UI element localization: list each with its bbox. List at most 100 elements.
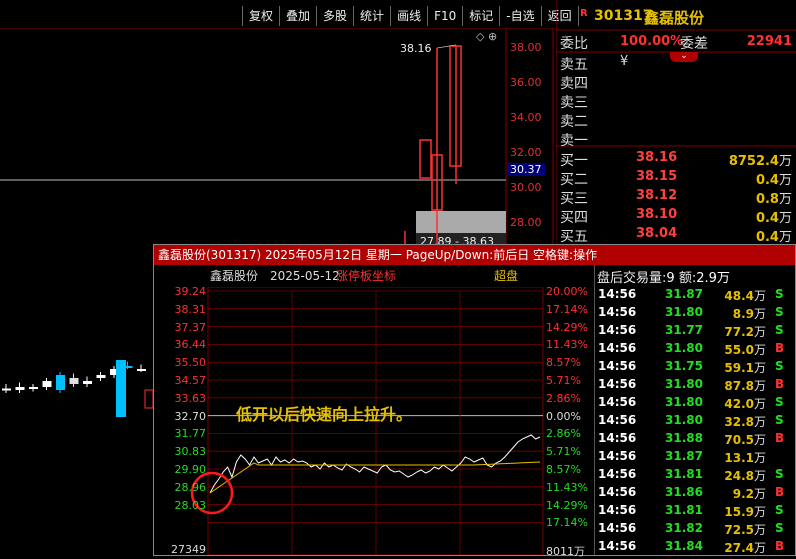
trade-unit: 万 xyxy=(753,325,766,339)
intraday-pct-tick: 8.57% xyxy=(546,463,581,476)
trade-price: 31.86 xyxy=(665,485,703,499)
trade-side: S xyxy=(775,323,784,337)
trade-time: 14:56 xyxy=(598,539,637,553)
toolbar-button-1[interactable]: 叠加 xyxy=(279,6,316,26)
trade-price: 31.81 xyxy=(665,467,703,481)
toolbar-button-3[interactable]: 统计 xyxy=(353,6,390,26)
sell-level-row[interactable]: 卖一 xyxy=(556,130,796,149)
buy-level-label: 买一 xyxy=(560,153,588,169)
trade-side: S xyxy=(775,287,784,301)
intraday-pct-tick: 5.71% xyxy=(546,374,581,387)
trade-price: 31.77 xyxy=(665,323,703,337)
price-tick: 38.00 xyxy=(510,41,542,54)
trade-side: S xyxy=(775,359,784,373)
intraday-price-tick: 39.24 xyxy=(174,285,207,298)
currency-mark: ¥ xyxy=(620,54,629,69)
trade-unit: 万 xyxy=(753,523,766,537)
trade-volume: 48.4 xyxy=(724,289,754,303)
sell-level-row[interactable]: 卖五 ¥ xyxy=(556,54,796,73)
sell-level-label: 卖二 xyxy=(560,114,588,130)
intraday-price-tick: 31.77 xyxy=(174,427,207,441)
trade-side: S xyxy=(775,413,784,427)
trade-row: 14:56 31.80 32.8万 S xyxy=(595,413,796,431)
trade-row: 14:56 31.80 87.8万 B xyxy=(595,377,796,395)
intraday-pct-tick: 8011万 xyxy=(546,545,585,558)
trade-row: 14:56 31.80 42.0万 S xyxy=(595,395,796,413)
intraday-price-tick: 35.50 xyxy=(174,356,207,370)
toolbar-button-2[interactable]: 多股 xyxy=(316,6,353,26)
trade-price: 31.80 xyxy=(665,377,703,391)
trade-time: 14:56 xyxy=(598,503,637,517)
r-mark: R xyxy=(580,8,588,19)
intraday-price-tick: 28.96 xyxy=(174,480,207,494)
kline-svg: ◇ ⊕ xyxy=(0,27,555,244)
trade-price: 31.80 xyxy=(665,413,703,427)
buy-level-volume: 0.4 xyxy=(755,173,779,188)
trade-price: 31.84 xyxy=(665,539,703,553)
trade-time: 14:56 xyxy=(598,413,637,427)
buy-level-row[interactable]: 买四 38.10 0.4万 xyxy=(556,207,796,226)
trade-row: 14:56 31.80 8.9万 S xyxy=(595,305,796,323)
toolbar-button-5[interactable]: F10 xyxy=(427,6,462,26)
buy-level-row[interactable]: 买一 38.16 8752.4万 xyxy=(556,150,796,169)
sell-level-row[interactable]: 卖四 xyxy=(556,73,796,92)
toolbar-button-6[interactable]: 标记 xyxy=(462,6,499,26)
volume-unit: 万 xyxy=(778,173,792,188)
buy-level-label: 买二 xyxy=(560,172,588,188)
trade-time: 14:56 xyxy=(598,521,637,535)
trade-row: 14:56 31.87 48.4万 S xyxy=(595,287,796,305)
trade-side: S xyxy=(775,503,784,517)
trade-unit: 万 xyxy=(753,343,766,357)
trade-time: 14:56 xyxy=(598,287,637,301)
buy-level-row[interactable]: 买五 38.04 0.4万 xyxy=(556,226,796,245)
toolbar-button-7[interactable]: -自选 xyxy=(499,6,540,26)
buy-level-price: 38.04 xyxy=(636,226,678,241)
trade-time: 14:56 xyxy=(598,449,637,463)
trade-volume: 8.9 xyxy=(732,307,754,321)
commit-diff-value: 22941 xyxy=(746,34,792,49)
toolbar-button-0[interactable]: 复权 xyxy=(242,6,279,26)
candle xyxy=(83,376,92,387)
toolbar-button-4[interactable]: 画线 xyxy=(390,6,427,26)
trade-volume: 70.5 xyxy=(724,433,754,447)
svg-text:◇ ⊕: ◇ ⊕ xyxy=(476,30,497,43)
trade-volume: 13.1 xyxy=(724,451,754,465)
trade-volume: 77.2 xyxy=(724,325,754,339)
intraday-price-tick: 29.90 xyxy=(174,463,207,476)
sub-date: 2025-05-12 xyxy=(270,269,340,283)
buy-level-price: 38.12 xyxy=(636,188,678,203)
popup-title-bar[interactable]: 鑫磊股份(301317) 2025年05月12日 星期一 PageUp/Down… xyxy=(154,245,795,265)
price-axis: 38.00 36.00 34.00 32.00 30.00 28.00 xyxy=(510,28,555,244)
trade-unit: 万 xyxy=(753,469,766,483)
buy-level-row[interactable]: 买二 38.15 0.4万 xyxy=(556,169,796,188)
trade-side: S xyxy=(775,305,784,319)
trade-unit: 万 xyxy=(753,487,766,501)
trade-row: 14:56 31.86 9.2万 B xyxy=(595,485,796,503)
trade-unit: 万 xyxy=(753,505,766,519)
trade-price: 31.80 xyxy=(665,395,703,409)
super-tab[interactable]: 超盘 xyxy=(494,265,518,287)
intraday-pct-tick: 17.14% xyxy=(546,302,588,316)
intraday-pct-axis: 20.00% 17.14% 14.29% 11.43% 8.57% 5.71% 2.86% 0… xyxy=(546,285,594,558)
sell-level-row[interactable]: 卖二 xyxy=(556,111,796,130)
trade-row: 14:56 31.80 55.0万 B xyxy=(595,341,796,359)
intraday-pct-tick: 20.00% xyxy=(546,285,588,298)
buy-level-volume: 0.8 xyxy=(755,192,779,207)
trade-row: 14:56 31.81 24.8万 S xyxy=(595,467,796,485)
trade-row: 14:56 31.81 15.9万 S xyxy=(595,503,796,521)
trade-volume: 32.8 xyxy=(724,415,754,429)
trade-time: 14:56 xyxy=(598,377,637,391)
price-tick: 34.00 xyxy=(510,111,542,124)
intraday-pct-tick: 0.00% xyxy=(546,409,581,423)
trade-side: B xyxy=(775,377,785,391)
candle xyxy=(15,382,25,393)
sub-mode[interactable]: 涨停板坐标 xyxy=(336,265,396,287)
trade-volume: 15.9 xyxy=(724,505,754,519)
candle xyxy=(42,378,52,390)
trade-time: 14:56 xyxy=(598,467,637,481)
buy-level-row[interactable]: 买三 38.12 0.8万 xyxy=(556,188,796,207)
sell-level-row[interactable]: 卖三 xyxy=(556,92,796,111)
trade-unit: 万 xyxy=(753,541,766,555)
older-candles xyxy=(2,360,153,417)
trade-unit: 万 xyxy=(753,433,766,447)
